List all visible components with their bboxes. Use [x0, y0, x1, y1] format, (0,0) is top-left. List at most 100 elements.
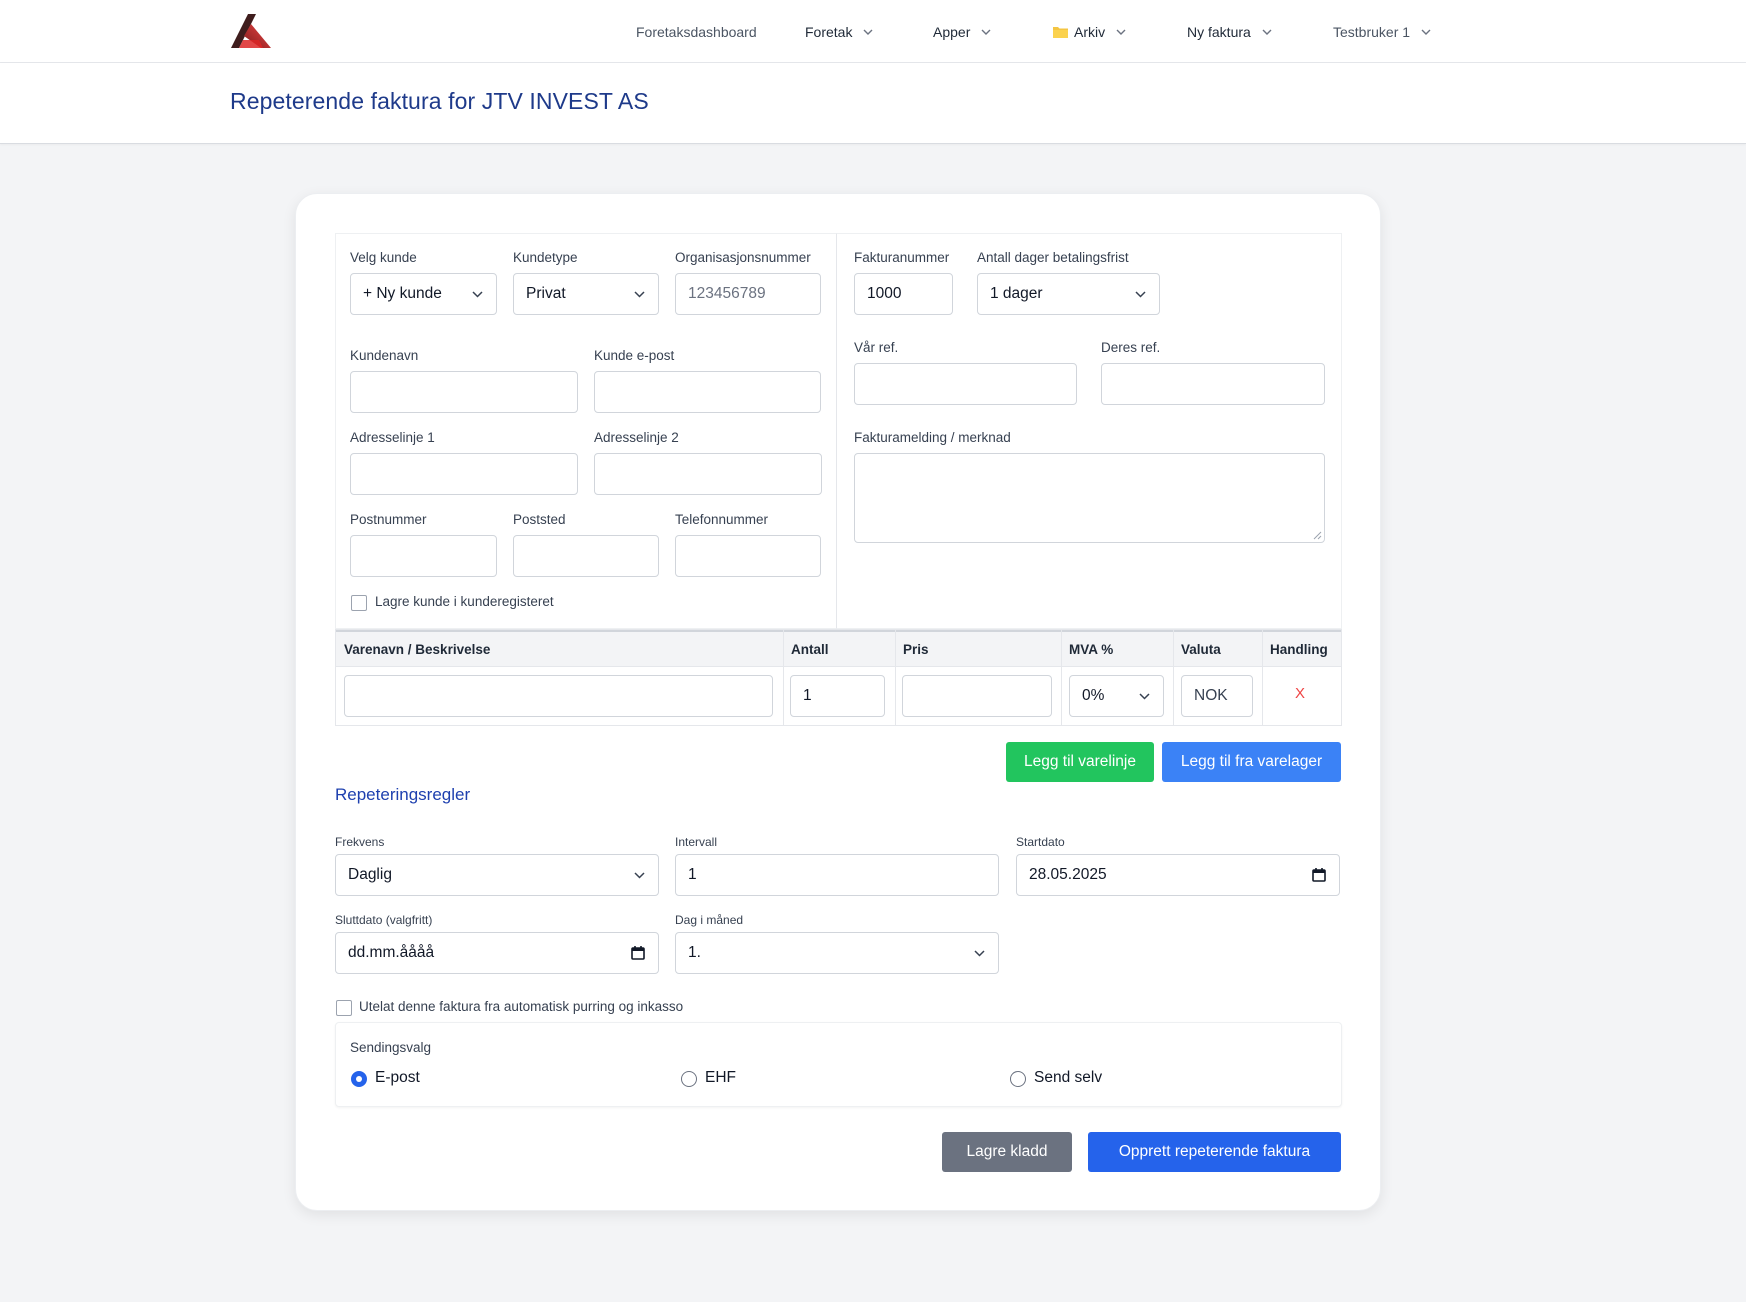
nav-user-label: Testbruker 1 — [1333, 23, 1411, 40]
fakturanummer-value: 1000 — [867, 285, 902, 302]
startdato-value: 28.05.2025 — [1029, 866, 1107, 883]
kundetype-select[interactable]: Privat — [513, 273, 659, 315]
radio-send-selv[interactable] — [1010, 1071, 1026, 1087]
nav-arkiv-label: Arkiv — [1074, 23, 1106, 40]
folder-icon — [1053, 26, 1068, 38]
betalingsfrist-label: Antall dager betalingsfrist — [977, 250, 1129, 265]
fakturanummer-label: Fakturanummer — [854, 250, 950, 265]
col-divider — [1262, 630, 1263, 725]
radio-epost-label: E-post — [375, 1069, 420, 1086]
radio-ehf-label: EHF — [705, 1069, 736, 1086]
th-antall: Antall — [791, 642, 829, 657]
betalingsfrist-select[interactable]: 1 dager — [977, 273, 1160, 315]
th-valuta: Valuta — [1181, 642, 1221, 657]
col-divider — [1061, 630, 1062, 725]
sending-label: Sendingsvalg — [350, 1040, 432, 1055]
nav-foretak[interactable]: Foretak — [805, 0, 874, 63]
frekvens-label: Frekvens — [335, 835, 385, 849]
line-valuta-input[interactable]: NOK — [1181, 675, 1253, 717]
calendar-icon[interactable] — [630, 945, 646, 961]
sluttdato-label: Sluttdato (valgfritt) — [335, 913, 433, 927]
postnummer-input[interactable] — [350, 535, 497, 577]
add-from-stock-button[interactable]: Legg til fra varelager — [1162, 742, 1341, 782]
line-pris-input[interactable] — [902, 675, 1052, 717]
dag-select[interactable]: 1. — [675, 932, 999, 974]
utelat-checkbox[interactable] — [336, 1000, 352, 1016]
adresse2-label: Adresselinje 2 — [594, 430, 679, 445]
kunde-epost-input[interactable] — [594, 371, 821, 413]
nav-dashboard[interactable]: Foretaksdashboard — [636, 0, 757, 63]
telefon-label: Telefonnummer — [675, 512, 769, 527]
add-line-button[interactable]: Legg til varelinje — [1006, 742, 1154, 782]
nav-ny-faktura-label: Ny faktura — [1187, 23, 1251, 40]
table-header: Varenavn / Beskrivelse Antall Pris MVA %… — [336, 630, 1341, 667]
chevron-down-icon — [1262, 29, 1272, 35]
top-navbar: Foretaksdashboard Foretak Apper Arkiv Ny… — [0, 0, 1746, 63]
chevron-down-icon — [863, 29, 873, 35]
lagre-kunde-label: Lagre kunde i kunderegisteret — [375, 594, 554, 609]
page-header: Repeterende faktura for JTV INVEST AS — [0, 63, 1746, 144]
th-desc: Varenavn / Beskrivelse — [344, 642, 491, 657]
col-divider — [895, 630, 896, 725]
nav-apper-label: Apper — [933, 23, 971, 40]
nav-user-menu[interactable]: Testbruker 1 — [1333, 0, 1432, 63]
nav-foretak-label: Foretak — [805, 23, 853, 40]
resize-grip-icon[interactable] — [1312, 530, 1322, 540]
frekvens-select[interactable]: Daglig — [335, 854, 659, 896]
nav-apper[interactable]: Apper — [933, 0, 992, 63]
frekvens-value: Daglig — [348, 866, 392, 883]
chevron-down-icon — [1135, 291, 1146, 298]
chevron-down-icon — [634, 872, 645, 879]
fakturanummer-input[interactable]: 1000 — [854, 273, 953, 315]
line-antall-value: 1 — [803, 687, 812, 704]
utelat-label: Utelat denne faktura fra automatisk purr… — [359, 999, 684, 1014]
line-mva-select[interactable]: 0% — [1069, 675, 1164, 717]
chevron-down-icon — [1116, 29, 1126, 35]
chevron-down-icon — [974, 950, 985, 957]
velg-kunde-select[interactable]: + Ny kunde — [350, 273, 497, 315]
chevron-down-icon — [634, 291, 645, 298]
create-recurring-invoice-button[interactable]: Opprett repeterende faktura — [1088, 1132, 1341, 1172]
kundetype-value: Privat — [526, 285, 566, 302]
intervall-value: 1 — [688, 866, 697, 883]
startdato-input[interactable]: 28.05.2025 — [1016, 854, 1340, 896]
orgnr-input[interactable]: 123456789 — [675, 273, 821, 315]
chevron-down-icon — [1139, 693, 1150, 700]
dag-label: Dag i måned — [675, 913, 744, 927]
startdato-label: Startdato — [1016, 835, 1065, 849]
deres-ref-label: Deres ref. — [1101, 340, 1161, 355]
var-ref-input[interactable] — [854, 363, 1077, 405]
radio-epost[interactable] — [351, 1071, 367, 1087]
line-desc-input[interactable] — [344, 675, 773, 717]
radio-ehf[interactable] — [681, 1071, 697, 1087]
sluttdato-input[interactable]: dd.mm.åååå — [335, 932, 659, 974]
radio-send-selv-label: Send selv — [1034, 1069, 1103, 1086]
telefon-input[interactable] — [675, 535, 821, 577]
line-delete-button[interactable]: X — [1295, 685, 1305, 702]
line-mva-value: 0% — [1082, 687, 1105, 704]
intervall-input[interactable]: 1 — [675, 854, 999, 896]
kundenavn-input[interactable] — [350, 371, 578, 413]
app-logo-icon[interactable] — [229, 12, 273, 50]
velg-kunde-label: Velg kunde — [350, 250, 417, 265]
page-title: Repeterende faktura for JTV INVEST AS — [230, 88, 649, 114]
repeat-section-title: Repeteringsregler — [335, 785, 471, 804]
calendar-icon[interactable] — [1311, 867, 1327, 883]
deres-ref-input[interactable] — [1101, 363, 1325, 405]
col-divider — [1173, 630, 1174, 725]
save-draft-button[interactable]: Lagre kladd — [942, 1132, 1072, 1172]
adresse2-input[interactable] — [594, 453, 822, 495]
th-handling: Handling — [1270, 642, 1328, 657]
th-pris: Pris — [903, 642, 929, 657]
chevron-down-icon — [1421, 29, 1431, 35]
nav-ny-faktura[interactable]: Ny faktura — [1187, 0, 1273, 63]
lagre-kunde-checkbox[interactable] — [351, 595, 367, 611]
poststed-input[interactable] — [513, 535, 659, 577]
melding-textarea[interactable] — [854, 453, 1325, 543]
kunde-epost-label: Kunde e-post — [594, 348, 675, 363]
nav-arkiv[interactable]: Arkiv — [1053, 0, 1127, 63]
adresse1-input[interactable] — [350, 453, 578, 495]
poststed-label: Poststed — [513, 512, 566, 527]
line-antall-input[interactable]: 1 — [790, 675, 885, 717]
nav-dashboard-label: Foretaksdashboard — [636, 23, 757, 40]
